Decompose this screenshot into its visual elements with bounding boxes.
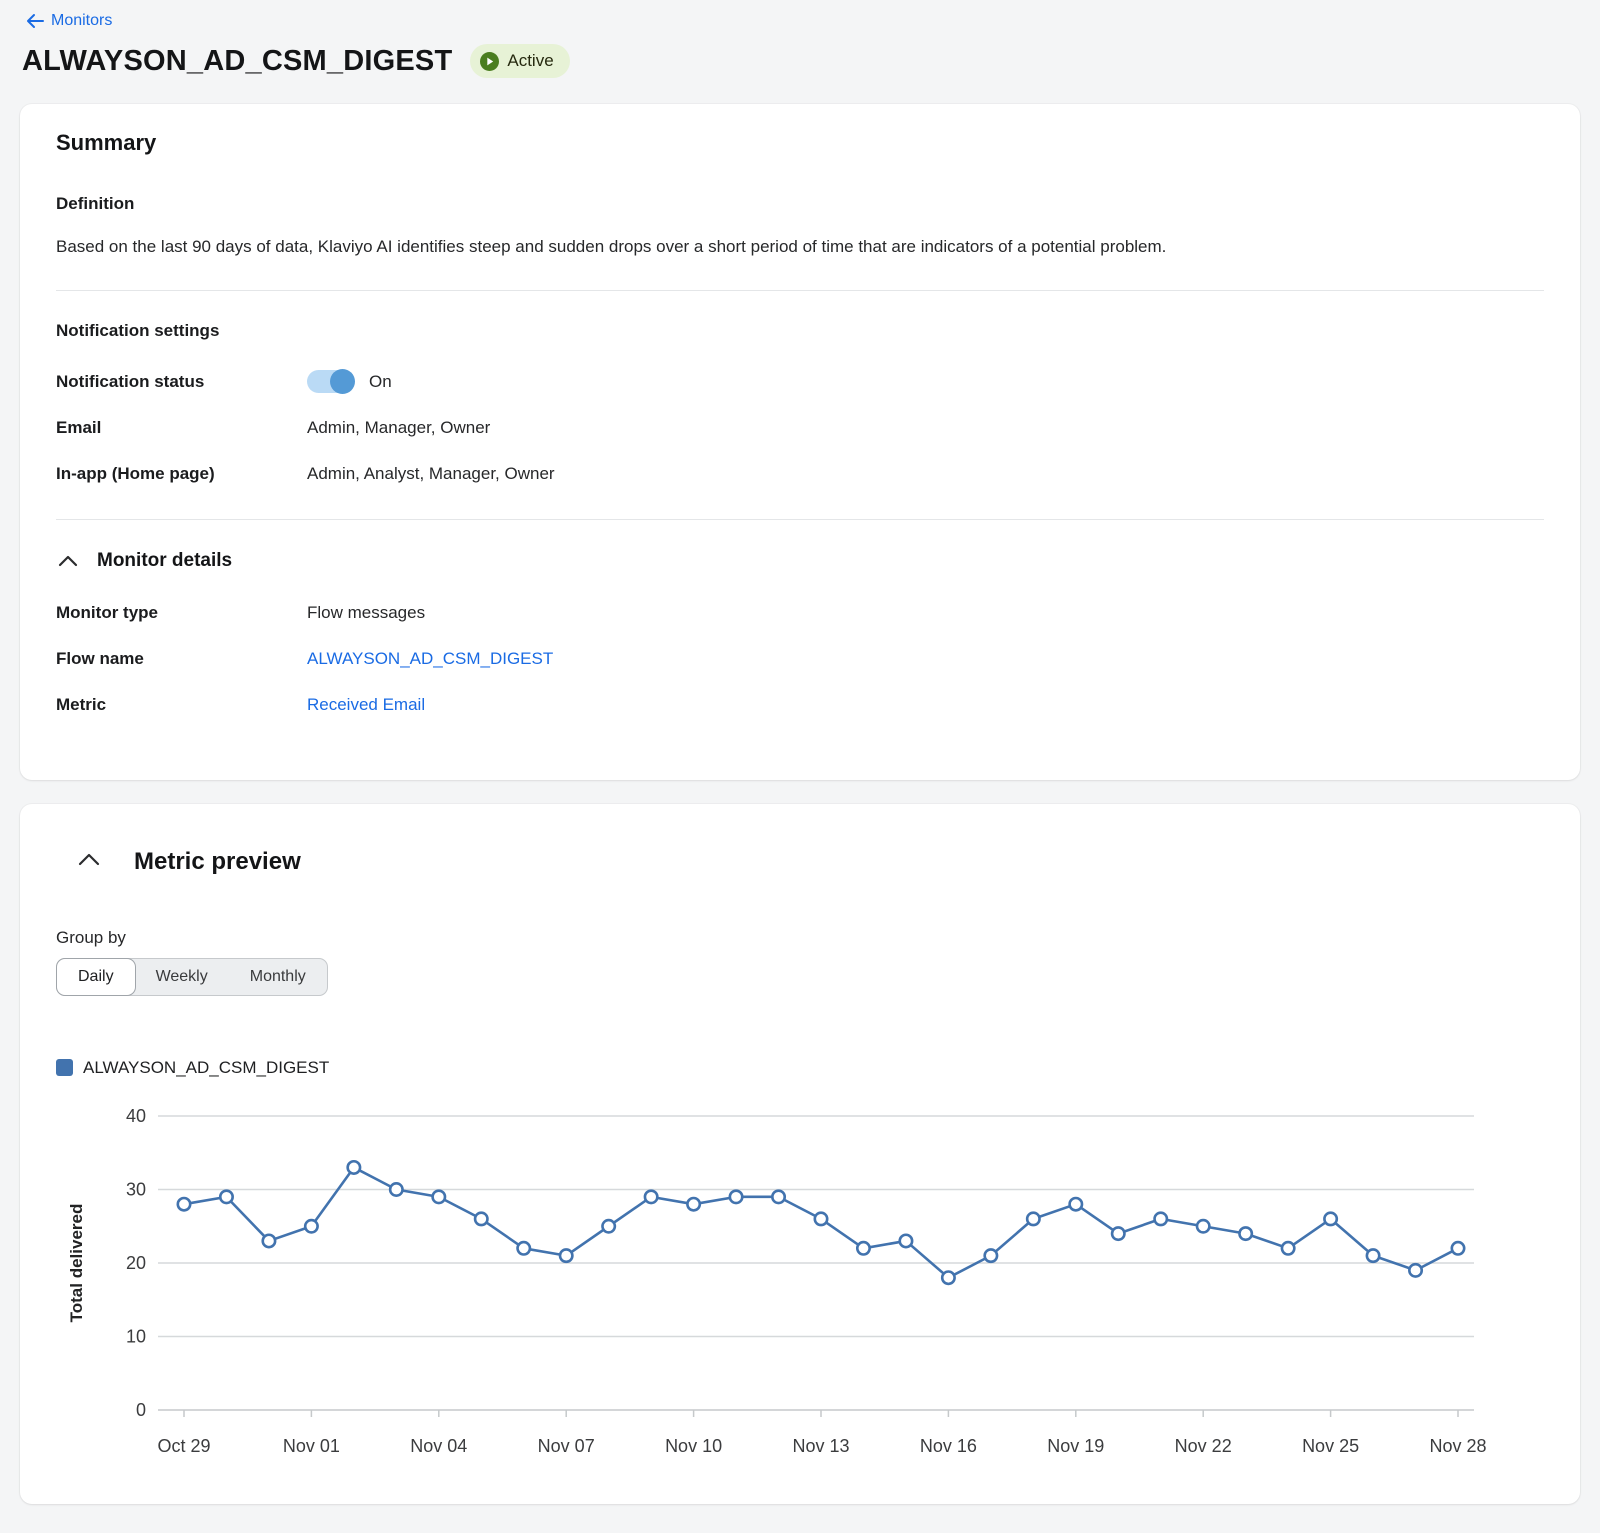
- monitor-type-row: Monitor type Flow messages: [56, 598, 1544, 628]
- svg-text:Nov 10: Nov 10: [665, 1436, 722, 1456]
- monitor-details-heading: Monitor details: [97, 550, 232, 572]
- notification-settings-table: Notification status On Email Admin, Mana…: [56, 367, 1544, 489]
- group-by-label: Group by: [56, 928, 1544, 948]
- chevron-up-icon: [58, 555, 78, 567]
- email-recipients-row: Email Admin, Manager, Owner: [56, 413, 1544, 443]
- svg-text:Nov 13: Nov 13: [792, 1436, 849, 1456]
- svg-text:Nov 19: Nov 19: [1047, 1436, 1104, 1456]
- notification-status-value: On: [369, 372, 392, 392]
- svg-text:0: 0: [136, 1400, 146, 1420]
- svg-text:Total delivered: Total delivered: [67, 1203, 86, 1322]
- definition-text: Based on the last 90 days of data, Klavi…: [56, 234, 1544, 260]
- back-link-label: Monitors: [51, 12, 112, 30]
- svg-text:Nov 16: Nov 16: [920, 1436, 977, 1456]
- metric-row: Metric Received Email: [56, 690, 1544, 720]
- status-badge: Active: [470, 44, 569, 78]
- svg-text:Oct 29: Oct 29: [157, 1436, 210, 1456]
- page-header: ALWAYSON_AD_CSM_DIGEST Active: [22, 44, 1580, 78]
- summary-card: Summary Definition Based on the last 90 …: [20, 104, 1580, 780]
- flow-name-link[interactable]: ALWAYSON_AD_CSM_DIGEST: [307, 649, 553, 669]
- collapse-monitor-details-button[interactable]: [56, 551, 80, 571]
- back-to-monitors-link[interactable]: Monitors: [26, 12, 112, 30]
- svg-text:Nov 28: Nov 28: [1429, 1436, 1486, 1456]
- group-by-segmented-control: Daily Weekly Monthly: [56, 958, 328, 996]
- chart-legend: ALWAYSON_AD_CSM_DIGEST: [56, 1058, 1544, 1078]
- metric-preview-heading: Metric preview: [134, 848, 301, 876]
- metric-preview-header: Metric preview: [56, 830, 1544, 876]
- definition-heading: Definition: [56, 194, 1544, 214]
- email-value: Admin, Manager, Owner: [307, 418, 490, 438]
- svg-text:30: 30: [126, 1179, 146, 1199]
- metric-preview-card: Metric preview Group by Daily Weekly Mon…: [20, 804, 1580, 1504]
- inapp-value: Admin, Analyst, Manager, Owner: [307, 464, 555, 484]
- svg-text:Nov 07: Nov 07: [538, 1436, 595, 1456]
- active-play-icon: [480, 52, 499, 71]
- group-by-weekly-button[interactable]: Weekly: [135, 959, 229, 995]
- metric-link[interactable]: Received Email: [307, 695, 425, 715]
- svg-text:Nov 22: Nov 22: [1175, 1436, 1232, 1456]
- notification-settings-heading: Notification settings: [56, 321, 1544, 341]
- group-by-monthly-button[interactable]: Monthly: [229, 959, 327, 995]
- legend-label: ALWAYSON_AD_CSM_DIGEST: [83, 1058, 329, 1078]
- summary-heading: Summary: [56, 130, 1544, 156]
- monitor-details-header: Monitor details: [56, 550, 1544, 572]
- svg-text:40: 40: [126, 1106, 146, 1126]
- chevron-up-icon: [78, 853, 100, 866]
- notification-status-toggle[interactable]: [307, 370, 353, 393]
- email-label: Email: [56, 418, 307, 438]
- monitor-type-label: Monitor type: [56, 603, 307, 623]
- svg-text:20: 20: [126, 1253, 146, 1273]
- group-by-daily-button[interactable]: Daily: [57, 959, 135, 995]
- status-badge-label: Active: [507, 51, 553, 71]
- inapp-recipients-row: In-app (Home page) Admin, Analyst, Manag…: [56, 459, 1544, 489]
- flow-name-label: Flow name: [56, 649, 307, 669]
- svg-text:Nov 25: Nov 25: [1302, 1436, 1359, 1456]
- notification-status-row: Notification status On: [56, 367, 1544, 397]
- legend-swatch: [56, 1059, 73, 1076]
- divider: [56, 290, 1544, 291]
- toggle-knob: [330, 369, 355, 394]
- notification-status-label: Notification status: [56, 372, 307, 392]
- metric-label: Metric: [56, 695, 307, 715]
- metric-line-chart: 0 10 20 30 40 Total delivered Oct 29 Nov 01 Nov …: [56, 1102, 1544, 1474]
- back-arrow-icon: [26, 13, 44, 29]
- flow-name-row: Flow name ALWAYSON_AD_CSM_DIGEST: [56, 644, 1544, 674]
- monitor-type-value: Flow messages: [307, 603, 425, 623]
- monitor-details-table: Monitor type Flow messages Flow name ALW…: [56, 598, 1544, 720]
- inapp-label: In-app (Home page): [56, 464, 307, 484]
- svg-text:Nov 01: Nov 01: [283, 1436, 340, 1456]
- divider: [56, 519, 1544, 520]
- monitor-detail-page: Monitors ALWAYSON_AD_CSM_DIGEST Active S…: [0, 0, 1600, 1504]
- page-title: ALWAYSON_AD_CSM_DIGEST: [22, 45, 452, 78]
- collapse-metric-preview-button[interactable]: [78, 853, 100, 871]
- svg-text:Nov 04: Nov 04: [410, 1436, 467, 1456]
- svg-text:10: 10: [126, 1326, 146, 1346]
